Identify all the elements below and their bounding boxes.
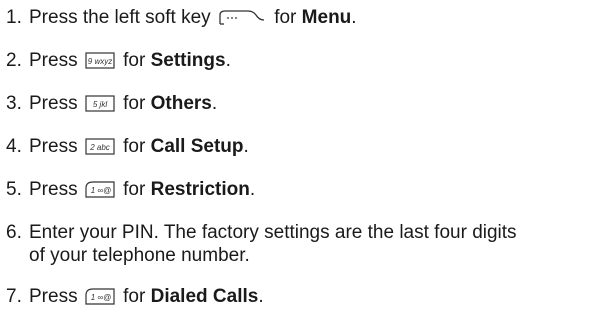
step-period: . [258, 286, 264, 307]
step-number: 7. [6, 286, 22, 307]
step-number: 1. [6, 7, 22, 28]
restriction-target: Restriction [150, 179, 250, 200]
key-9-wxyz-icon: 9 wxyz [85, 52, 115, 69]
step-prefix: Press [29, 136, 78, 157]
key-5-jkl-icon: 5 jkl [85, 95, 115, 112]
step-number: 6. [6, 222, 22, 243]
dialed-calls-target: Dialed Calls [150, 286, 259, 307]
key-label: 1 ∞@ [91, 186, 112, 195]
menu-target: Menu [301, 7, 352, 28]
others-target: Others [150, 93, 212, 114]
key-label: 1 ∞@ [91, 293, 112, 302]
step-text: Press 5 jkl for Others. [29, 92, 217, 115]
key-2-abc-icon: 2 abc [85, 138, 115, 155]
step-text: Enter your PIN. The factory settings are… [29, 221, 517, 267]
step-for: for [123, 50, 146, 71]
step-text: Press 1 ∞@ for Dialed Calls. [29, 285, 264, 308]
step-period: . [225, 50, 231, 71]
step-prefix: Press [29, 286, 78, 307]
step-number: 5. [6, 179, 22, 200]
step-prefix: Press [29, 179, 78, 200]
step-period: . [351, 7, 357, 28]
step-period: . [249, 179, 256, 200]
step-for: for [123, 179, 146, 200]
step-for: for [123, 286, 146, 307]
key-label: 5 jkl [93, 100, 107, 109]
step-number: 2. [6, 50, 22, 71]
settings-target: Settings [150, 50, 226, 71]
step-period: . [211, 93, 218, 114]
call-setup-target: Call Setup [150, 136, 244, 157]
step-prefix: Press [29, 50, 78, 71]
step-line-2: of your telephone number. [29, 245, 250, 266]
step-for: for [123, 136, 146, 157]
step-number: 4. [6, 136, 22, 157]
step-text: Press 1 ∞@ for Restriction. [29, 178, 255, 201]
step-text: Press the left soft key for Menu. [29, 6, 357, 29]
step-prefix: Press [29, 93, 78, 114]
step-text: Press 9 wxyz for Settings. [29, 49, 231, 72]
key-1-icon: 1 ∞@ [85, 181, 115, 198]
step-number: 3. [6, 93, 22, 114]
key-label: 9 wxyz [88, 57, 112, 66]
step-for: for [274, 7, 297, 28]
step-line-1: Enter your PIN. The factory settings are… [29, 222, 517, 243]
step-text: Press 2 abc for Call Setup. [29, 135, 249, 158]
step-period: . [243, 136, 249, 157]
step-for: for [123, 93, 146, 114]
left-soft-key-icon [218, 9, 266, 26]
step-prefix: Press the left soft key [29, 7, 211, 28]
key-1-icon: 1 ∞@ [85, 288, 115, 305]
key-label: 2 abc [89, 143, 110, 152]
